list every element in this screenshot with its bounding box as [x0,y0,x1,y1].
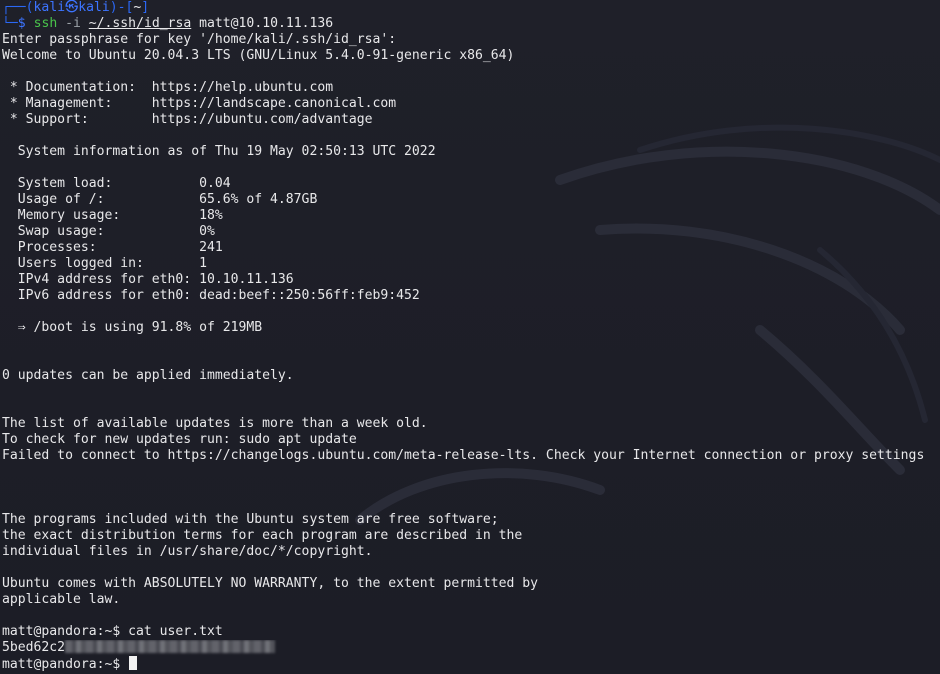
output-line: Welcome to Ubuntu 20.04.3 LTS (GNU/Linux… [2,48,515,63]
output-line: System information as of Thu 19 May 02:5… [2,144,436,159]
output-line: The list of available updates is more th… [2,416,428,431]
output-line: * Support: https://ubuntu.com/advantage [2,112,373,127]
output-line: To check for new updates run: sudo apt u… [2,432,357,447]
active-prompt-line[interactable]: matt@pandora:~$ [2,656,940,672]
output-line: Ubuntu comes with ABSOLUTELY NO WARRANTY… [2,576,539,591]
output-line: * Documentation: https://help.ubuntu.com [2,80,334,95]
output-line: Users logged in: 1 [2,256,207,271]
cursor-block [129,656,138,670]
output-line: Processes: 241 [2,240,223,255]
output-line: ⇒ /boot is using 91.8% of 219MB [2,320,263,335]
output-line: 0 updates can be applied immediately. [2,368,294,383]
output-line: System load: 0.04 [2,176,231,191]
output-line: The programs included with the Ubuntu sy… [2,512,499,527]
terminal-output: ┌──(kali㉿kali)-[~] └─$ ssh -i ~/.ssh/id_… [0,0,940,672]
output-line: Usage of /: 65.6% of 4.87GB [2,192,318,207]
output-line: IPv6 address for eth0: dead:beef::250:56… [2,288,420,303]
output-line: the exact distribution terms for each pr… [2,528,523,543]
output-line: Swap usage: 0% [2,224,215,239]
output-line: Failed to connect to https://changelogs.… [2,448,925,463]
output-line: Enter passphrase for key '/home/kali/.ss… [2,32,397,47]
cat-command-line: matt@pandora:~$ cat user.txt [2,624,223,639]
ssh-session-output: Enter passphrase for key '/home/kali/.ss… [2,32,940,624]
output-line: individual files in /usr/share/doc/*/cop… [2,544,373,559]
output-line: IPv4 address for eth0: 10.10.11.136 [2,272,294,287]
prompt-header: ┌──(kali㉿kali)-[~] [2,0,150,15]
output-line: Memory usage: 18% [2,208,223,223]
user-flag-line: 5bed62c2 [2,640,940,656]
output-line: * Management: https://landscape.canonica… [2,96,397,111]
terminal-window[interactable]: ┌──(kali㉿kali)-[~] └─$ ssh -i ~/.ssh/id_… [0,0,940,674]
redacted-flag [65,640,276,653]
ssh-command-line: └─$ ssh -i ~/.ssh/id_rsa matt@10.10.11.1… [2,16,334,31]
output-line: applicable law. [2,592,121,607]
